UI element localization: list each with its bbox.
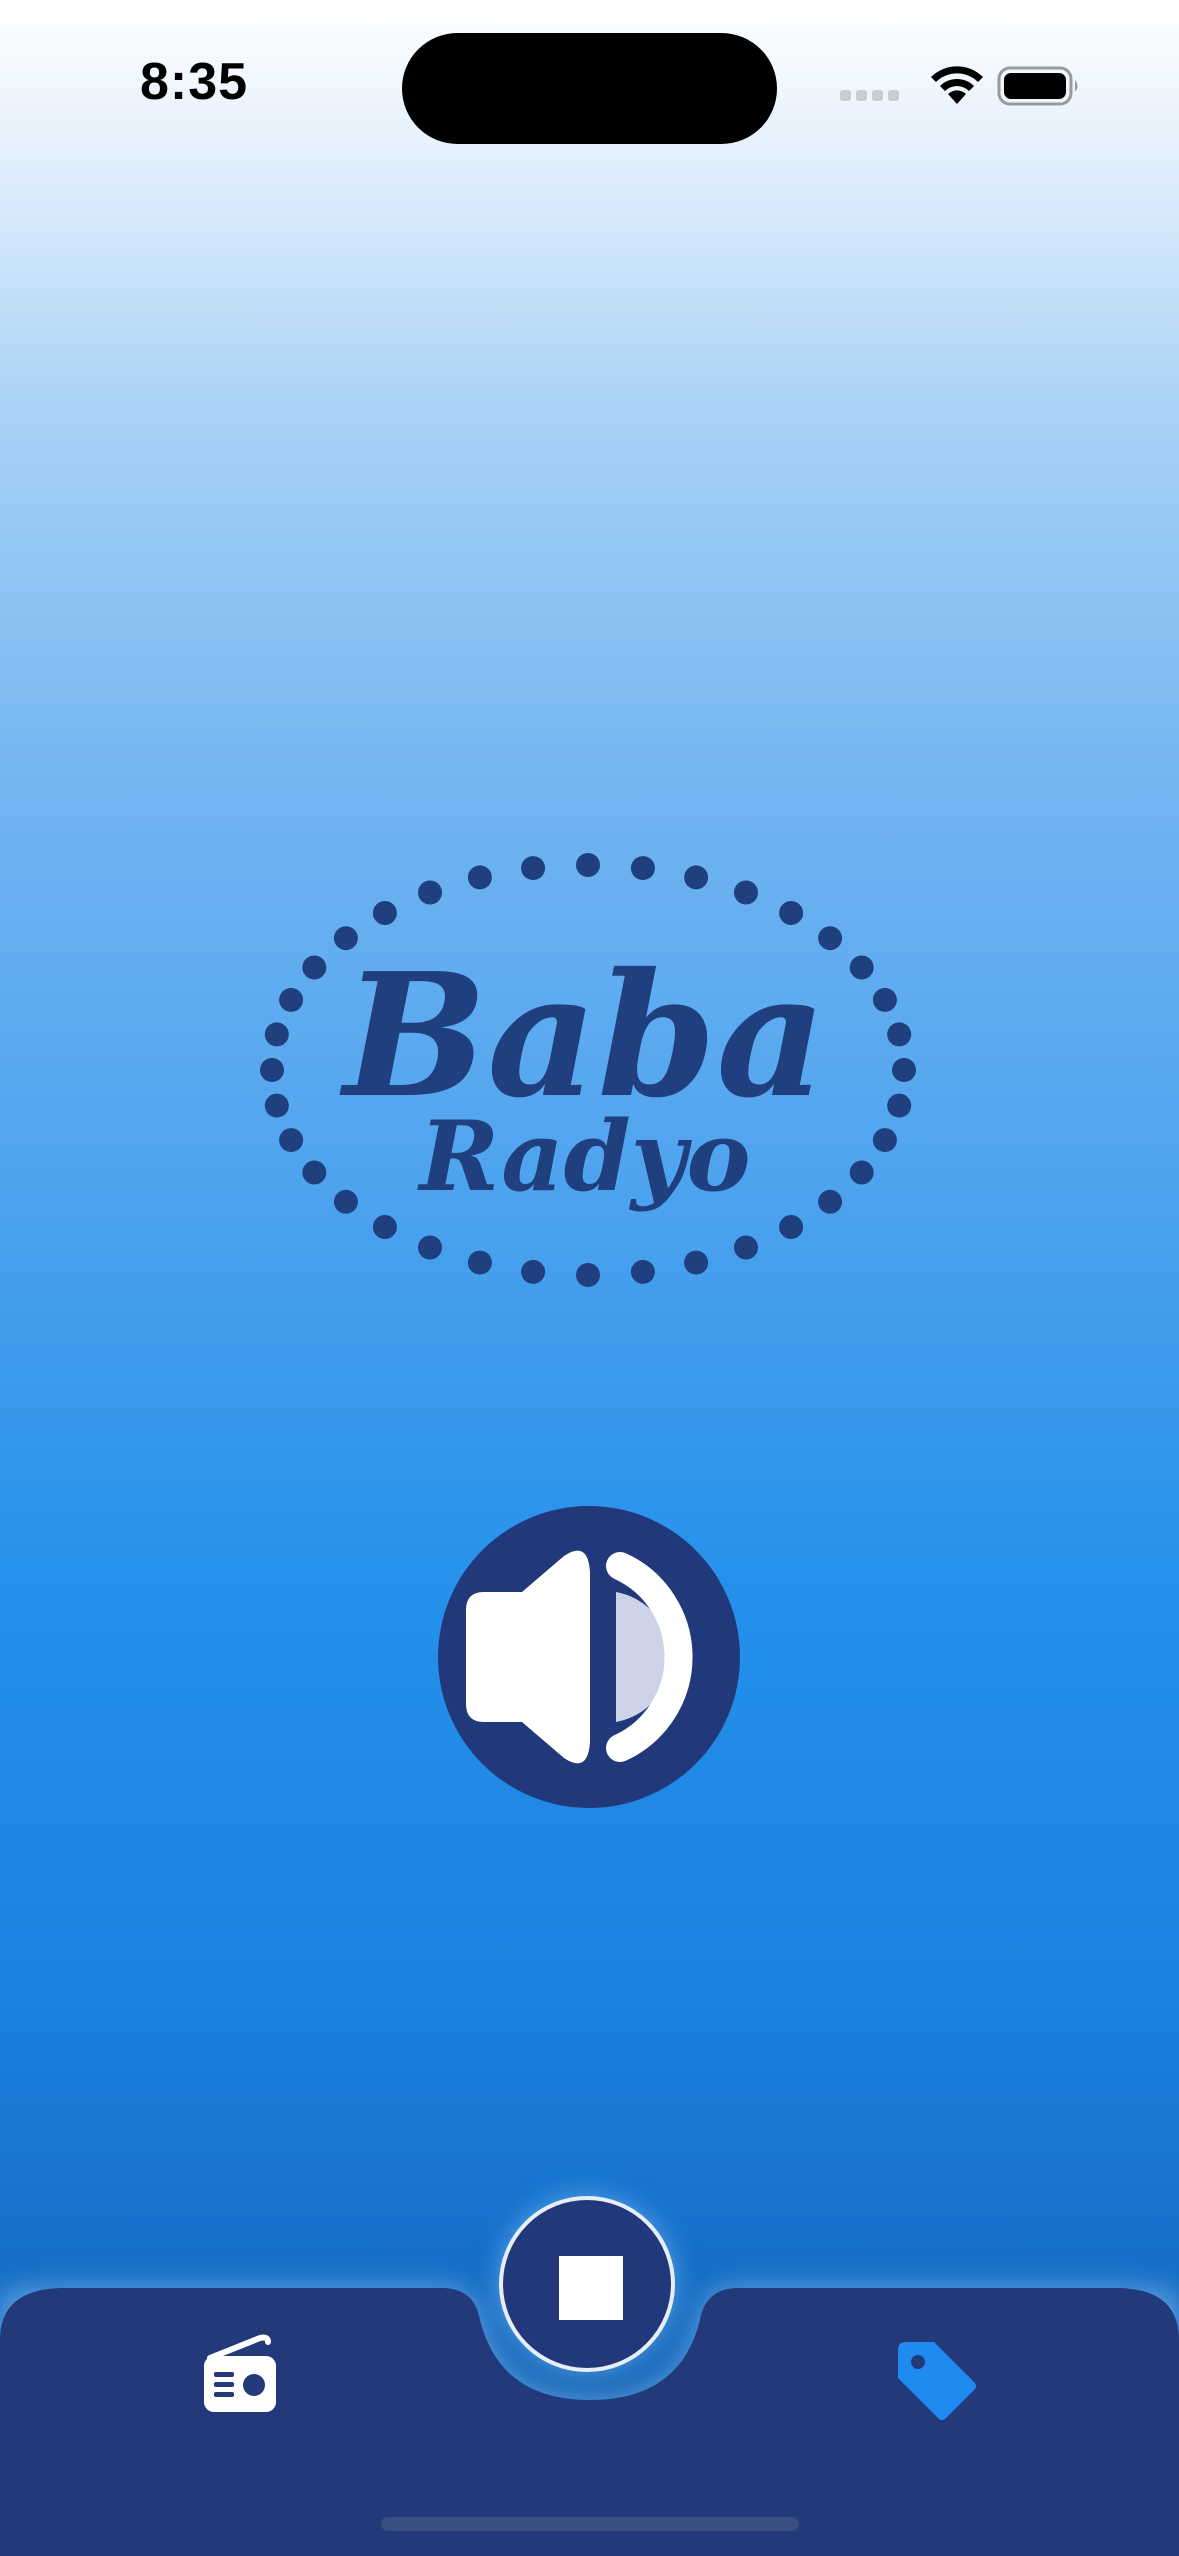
stop-icon xyxy=(559,2256,623,2320)
logo-dot xyxy=(734,1235,758,1260)
tab-tag[interactable] xyxy=(888,2332,988,2422)
logo-dot xyxy=(779,901,804,925)
logo-dot xyxy=(849,1160,874,1185)
logo-dot xyxy=(372,901,397,925)
logo-dot xyxy=(734,880,758,905)
logo-dot xyxy=(818,1189,843,1214)
logo-dot xyxy=(333,1189,358,1214)
logo-dot xyxy=(576,853,600,877)
wifi-icon xyxy=(931,66,983,104)
logo-dot xyxy=(467,865,492,890)
logo-dot xyxy=(887,1093,912,1118)
tab-radio[interactable] xyxy=(190,2330,290,2420)
dynamic-island xyxy=(402,33,777,144)
logo-dot xyxy=(467,1250,492,1275)
baba-radyo-logo: Baba Radyo xyxy=(260,853,916,1287)
logo-dot xyxy=(264,1022,289,1047)
cellular-signal-icon xyxy=(840,90,899,101)
logo-dot xyxy=(279,1128,304,1153)
status-indicators xyxy=(840,60,1100,110)
logo-dot xyxy=(630,856,655,881)
logo-dot xyxy=(684,1250,709,1275)
logo-dot xyxy=(302,955,327,980)
logo-dot xyxy=(872,1128,897,1153)
logo-dot xyxy=(872,987,897,1012)
logo-dot xyxy=(521,1259,546,1284)
battery-icon xyxy=(997,66,1078,106)
logo-dot xyxy=(372,1215,397,1239)
logo-line-radyo: Radyo xyxy=(416,1100,750,1213)
speaker-volume-icon xyxy=(466,1550,693,1764)
home-indicator[interactable] xyxy=(381,2517,799,2531)
logo-dot xyxy=(279,987,304,1012)
logo-dot xyxy=(684,865,709,890)
status-time: 8:35 xyxy=(140,53,249,111)
logo-dot xyxy=(887,1022,912,1047)
logo-dot xyxy=(302,1160,327,1185)
tag-icon xyxy=(898,2342,976,2420)
logo-dot xyxy=(779,1215,804,1239)
logo-dot xyxy=(521,856,546,881)
logo-dot xyxy=(264,1093,289,1118)
logo-dot xyxy=(892,1058,916,1082)
volume-button[interactable] xyxy=(438,1506,740,1808)
stop-button[interactable] xyxy=(499,2196,675,2372)
logo-dot xyxy=(849,955,874,980)
status-bar: 8:35 xyxy=(0,0,1179,180)
logo-dot xyxy=(630,1259,655,1284)
logo-dot xyxy=(576,1263,600,1287)
logo-dot xyxy=(260,1058,284,1082)
radio-icon xyxy=(204,2334,276,2412)
logo-dot xyxy=(418,880,442,905)
logo-dot xyxy=(418,1235,442,1260)
